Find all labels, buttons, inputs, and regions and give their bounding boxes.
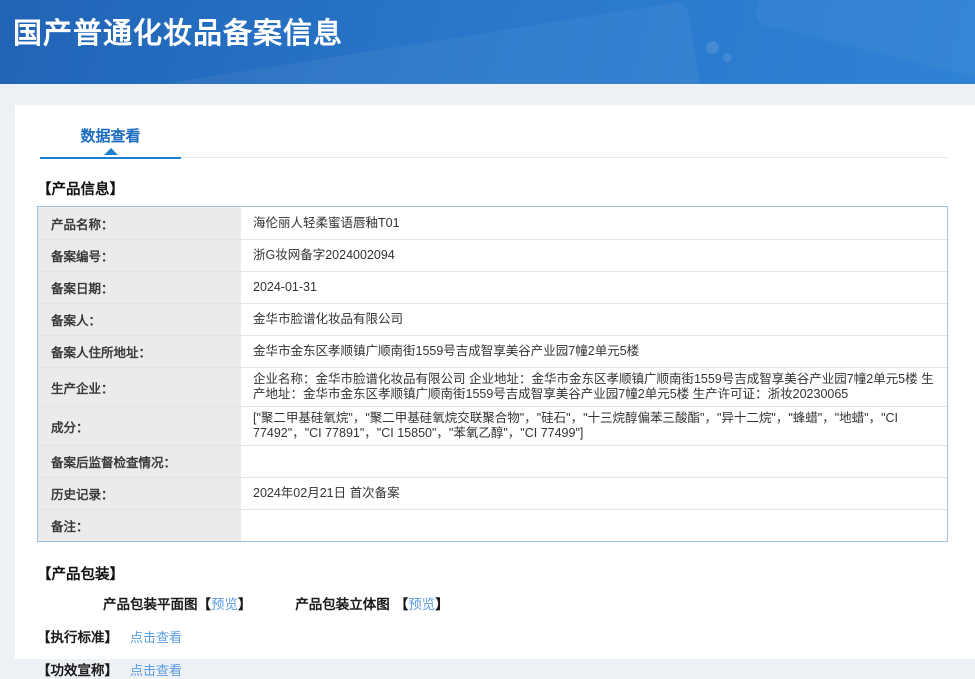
view-efficacy-link[interactable]: 点击查看 [130, 663, 182, 678]
row-value: 2024年02月21日 首次备案 [253, 486, 400, 500]
row-label: 备案编号： [38, 240, 241, 271]
bracket-close: 】 [238, 597, 252, 612]
view-standard-link[interactable]: 点击查看 [130, 630, 182, 645]
tab-bar: 数据查看 [40, 105, 948, 159]
header-decor-dot-2 [723, 53, 732, 62]
row-value: 海伦丽人轻柔蜜语唇釉T01 [253, 215, 400, 230]
standard-label: 【执行标准】 [37, 630, 118, 645]
row-label: 成分： [38, 407, 241, 445]
row-value: 浙G妆网备字2024002094 [253, 248, 395, 262]
tab-data-view[interactable]: 数据查看 [40, 108, 181, 159]
row-label: 历史记录： [38, 478, 241, 509]
packaging-3d-label: 产品包装立体图 [295, 597, 390, 612]
bracket-open: 【 [197, 597, 212, 612]
row-value: ["聚二甲基硅氧烷"，"聚二甲基硅氧烷交联聚合物"，"硅石"，"十三烷醇偏苯三酸… [253, 411, 899, 440]
product-info-section-title: 【产品信息】 [37, 182, 124, 198]
row-value: 金华市金东区孝顺镇广顺南街1559号吉成智享美谷产业园7幢2单元5楼 [253, 344, 640, 358]
efficacy-row: 【功效宣称】 点击查看 [37, 659, 948, 679]
packaging-row: 产品包装平面图【预览】 产品包装立体图 【预览】 [103, 593, 948, 613]
header-decor-dot [706, 41, 719, 54]
row-label: 备案人： [38, 304, 241, 335]
main-card: 数据查看 【产品信息】 产品名称： 海伦丽人轻柔蜜语唇釉T01 备案编号： 浙G… [15, 105, 975, 678]
row-label: 生产企业： [38, 368, 241, 406]
content-area: 【产品信息】 产品名称： 海伦丽人轻柔蜜语唇釉T01 备案编号： 浙G妆网备字2… [15, 178, 975, 679]
table-row-manufacturer: 生产企业： 企业名称：金华市脸谱化妆品有限公司 企业地址：金华市金东区孝顺镇广顺… [38, 367, 947, 406]
bracket-close: 】 [435, 597, 449, 612]
row-label: 产品名称： [38, 207, 241, 239]
product-info-table: 产品名称： 海伦丽人轻柔蜜语唇釉T01 备案编号： 浙G妆网备字20240020… [37, 206, 948, 542]
preview-flat-link[interactable]: 预览 [211, 597, 238, 612]
row-value [241, 446, 947, 477]
table-row-history: 历史记录： 2024年02月21日 首次备案 [38, 477, 947, 509]
row-value [241, 510, 947, 541]
table-row-registrant: 备案人： 金华市脸谱化妆品有限公司 [38, 303, 947, 335]
preview-3d-link[interactable]: 预览 [408, 597, 435, 612]
table-row-remarks: 备注： [38, 509, 947, 541]
packaging-flat-label: 产品包装平面图 [103, 597, 198, 612]
packaging-3d-item: 产品包装立体图 【预览】 [295, 593, 449, 613]
page-title: 国产普通化妆品备案信息 [13, 18, 344, 50]
table-row-supervision: 备案后监督检查情况： [38, 445, 947, 477]
table-row-registration-number: 备案编号： 浙G妆网备字2024002094 [38, 239, 947, 271]
bracket-open: 【 [394, 597, 409, 612]
table-row-registrant-address: 备案人住所地址： 金华市金东区孝顺镇广顺南街1559号吉成智享美谷产业园7幢2单… [38, 335, 947, 367]
packaging-flat-item: 产品包装平面图【预览】 [103, 593, 252, 613]
row-value: 2024-01-31 [253, 280, 317, 294]
row-label: 备案人住所地址： [38, 336, 241, 367]
page-header: 国产普通化妆品备案信息 [0, 0, 975, 84]
header-decor-band-2 [753, 0, 975, 84]
row-label: 备案后监督检查情况： [38, 446, 241, 477]
row-value: 企业名称：金华市脸谱化妆品有限公司 企业地址：金华市金东区孝顺镇广顺南街1559… [253, 372, 934, 401]
efficacy-label: 【功效宣称】 [37, 663, 118, 678]
row-label: 备注： [38, 510, 241, 541]
packaging-section-title: 【产品包装】 [37, 567, 124, 583]
row-value: 金华市脸谱化妆品有限公司 [253, 312, 404, 326]
table-row-product-name: 产品名称： 海伦丽人轻柔蜜语唇釉T01 [38, 207, 947, 239]
table-row-registration-date: 备案日期： 2024-01-31 [38, 271, 947, 303]
standard-row: 【执行标准】 点击查看 [37, 626, 948, 646]
row-label: 备案日期： [38, 272, 241, 303]
table-row-ingredients: 成分： ["聚二甲基硅氧烷"，"聚二甲基硅氧烷交联聚合物"，"硅石"，"十三烷醇… [38, 406, 947, 445]
